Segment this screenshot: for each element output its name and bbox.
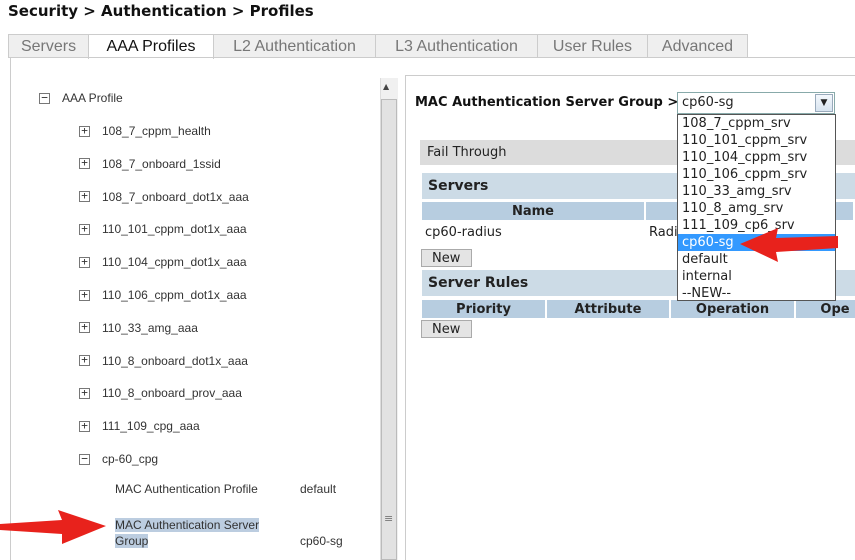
- tree-item[interactable]: +110_33_amg_aaa: [79, 320, 198, 336]
- tree-label: 108_7_cppm_health: [102, 124, 211, 138]
- tree-item[interactable]: +110_8_onboard_prov_aaa: [79, 385, 242, 401]
- tree-item[interactable]: +110_104_cppm_dot1x_aaa: [79, 254, 247, 270]
- tree-label: 110_8_onboard_prov_aaa: [102, 386, 242, 401]
- dropdown-option[interactable]: 110_101_cppm_srv: [678, 132, 835, 149]
- new-server-button[interactable]: New: [421, 249, 472, 267]
- expand-icon[interactable]: +: [79, 190, 90, 203]
- tree-label: AAA Profile: [62, 91, 123, 105]
- chevron-down-icon[interactable]: ▼: [815, 94, 833, 112]
- tree-label: 110_8_onboard_dot1x_aaa: [102, 353, 248, 368]
- expand-icon[interactable]: +: [79, 157, 90, 170]
- dropdown-option[interactable]: 110_8_amg_srv: [678, 200, 835, 217]
- expand-icon[interactable]: +: [79, 387, 90, 399]
- expand-icon[interactable]: +: [79, 125, 90, 137]
- dropdown-option[interactable]: 110_104_cppm_srv: [678, 149, 835, 166]
- collapse-icon[interactable]: −: [79, 453, 90, 465]
- child-value: cp60-sg: [300, 534, 343, 548]
- scroll-up-icon[interactable]: ▲: [383, 82, 389, 91]
- red-arrow-icon: [0, 510, 106, 544]
- dropdown-list: 108_7_cppm_srv 110_101_cppm_srv 110_104_cp…: [677, 114, 836, 301]
- tree-item[interactable]: +108_7_onboard_1ssid: [79, 156, 221, 172]
- expand-icon[interactable]: +: [79, 256, 90, 268]
- breadcrumb: Security > Authentication > Profiles: [8, 2, 314, 20]
- column-header-attribute: Attribute: [547, 300, 671, 318]
- tree-label: cp-60_cpg: [102, 452, 159, 466]
- tab-advanced[interactable]: Advanced: [647, 34, 748, 58]
- grip-icon: ≡: [384, 512, 394, 525]
- tab-aaa-profiles[interactable]: AAA Profiles: [88, 34, 214, 59]
- server-group-select[interactable]: cp60-sg ▼: [677, 92, 835, 114]
- column-header-operation: Operation: [671, 300, 796, 318]
- dropdown-option[interactable]: --NEW--: [678, 285, 835, 302]
- tree-item[interactable]: +111_109_cpg_aaa: [79, 418, 200, 434]
- tree-child-mac-auth-server-group[interactable]: MAC Authentication Server Group: [115, 517, 260, 549]
- expand-icon[interactable]: +: [79, 420, 90, 432]
- tree-item[interactable]: +110_8_onboard_dot1x_aaa: [79, 353, 248, 369]
- column-header-priority: Priority: [422, 300, 547, 318]
- dropdown-option[interactable]: 110_106_cppm_srv: [678, 166, 835, 183]
- tree-label: 110_33_amg_aaa: [102, 320, 198, 335]
- tab-l2-authentication[interactable]: L2 Authentication: [213, 34, 376, 58]
- select-value: cp60-sg: [682, 95, 734, 110]
- tree-label: 110_106_cppm_dot1x_aaa: [102, 288, 247, 302]
- dropdown-option[interactable]: 108_7_cppm_srv: [678, 115, 835, 132]
- tree-label: 111_109_cpg_aaa: [102, 419, 200, 434]
- scrollbar-thumb[interactable]: [381, 99, 397, 560]
- field-label: MAC Authentication Server Group >: [415, 95, 679, 110]
- tab-user-rules[interactable]: User Rules: [537, 34, 648, 58]
- tree-item[interactable]: +108_7_onboard_dot1x_aaa: [79, 189, 249, 205]
- expand-icon[interactable]: +: [79, 289, 90, 301]
- server-type-cell: Radi: [649, 225, 678, 240]
- tree-label: 108_7_onboard_dot1x_aaa: [102, 189, 249, 204]
- expand-icon[interactable]: +: [79, 223, 90, 235]
- tree-label: 110_104_cppm_dot1x_aaa: [102, 255, 247, 270]
- expand-icon[interactable]: +: [79, 354, 90, 367]
- tab-l3-authentication[interactable]: L3 Authentication: [375, 34, 538, 58]
- dropdown-option[interactable]: internal: [678, 268, 835, 285]
- new-rule-button[interactable]: New: [421, 320, 472, 338]
- tree-child-mac-auth-profile[interactable]: MAC Authentication Profile: [115, 481, 258, 497]
- red-arrow-icon: [740, 228, 838, 262]
- tree-label: 110_101_cppm_dot1x_aaa: [102, 222, 247, 237]
- tree-item[interactable]: +108_7_cppm_health: [79, 123, 211, 139]
- child-label: MAC Authentication Server: [115, 518, 260, 532]
- dropdown-option[interactable]: 110_33_amg_srv: [678, 183, 835, 200]
- tree-item-expanded[interactable]: − cp-60_cpg: [79, 451, 158, 467]
- tree-item[interactable]: +110_106_cppm_dot1x_aaa: [79, 287, 247, 303]
- child-label-line2: Group: [115, 534, 149, 548]
- collapse-icon[interactable]: −: [39, 92, 50, 104]
- tree-item[interactable]: +110_101_cppm_dot1x_aaa: [79, 221, 247, 237]
- tree-root-aaa-profile[interactable]: − AAA Profile: [39, 90, 123, 106]
- child-label: MAC Authentication Profile: [115, 482, 258, 496]
- column-header-name: Name: [422, 202, 646, 220]
- child-value: default: [300, 482, 337, 496]
- expand-icon[interactable]: +: [79, 321, 90, 334]
- server-name-cell: cp60-radius: [425, 225, 502, 240]
- tab-servers[interactable]: Servers: [8, 34, 89, 58]
- column-header-operand: Ope: [796, 300, 855, 318]
- tree-label: 108_7_onboard_1ssid: [102, 156, 221, 171]
